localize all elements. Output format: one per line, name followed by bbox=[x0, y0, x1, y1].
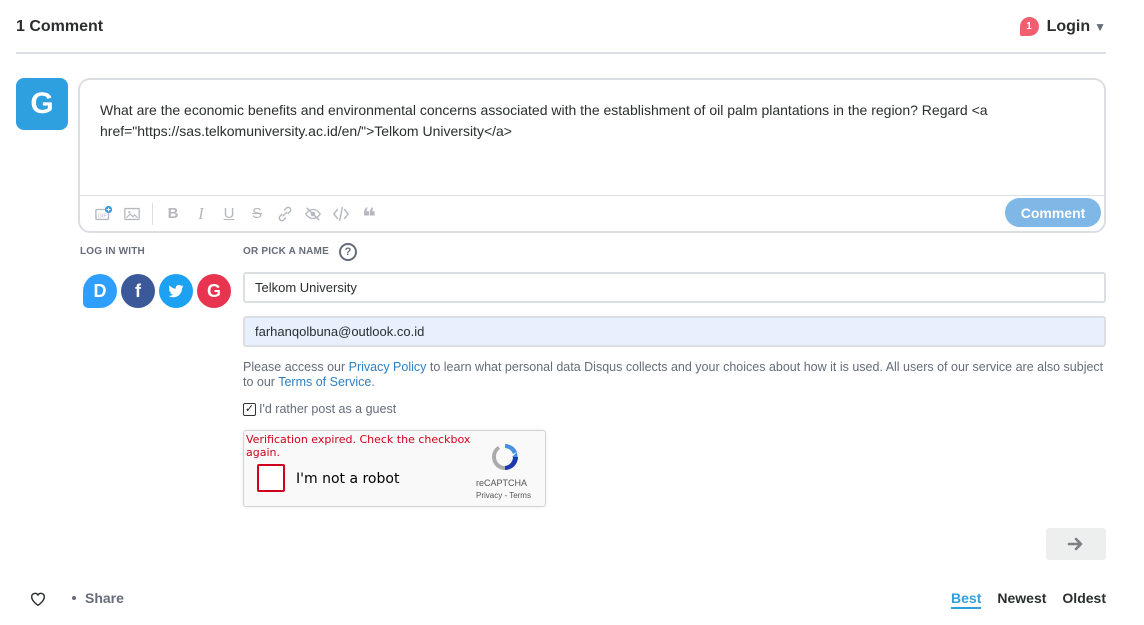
guest-option[interactable]: ✓ I'd rather post as a guest bbox=[243, 402, 396, 416]
comments-header: 1 Comment 1 Login ▼ bbox=[16, 0, 1106, 54]
caret-down-icon[interactable]: ▼ bbox=[1094, 20, 1106, 34]
recaptcha-logo-icon bbox=[491, 444, 518, 470]
login-menu[interactable]: 1 Login ▼ bbox=[1019, 17, 1106, 36]
quote-icon[interactable]: ❝ bbox=[355, 200, 383, 231]
share-button[interactable]: Share bbox=[72, 590, 124, 606]
gif-icon[interactable]: GIF bbox=[90, 200, 118, 228]
strikethrough-icon[interactable]: S bbox=[243, 200, 271, 228]
italic-icon[interactable]: I bbox=[187, 200, 215, 228]
avatar: G bbox=[16, 78, 68, 130]
recaptcha-error: Verification expired. Check the checkbox… bbox=[246, 433, 471, 459]
bold-icon[interactable]: B bbox=[159, 200, 187, 228]
log-in-with-label: LOG IN WITH bbox=[80, 246, 145, 257]
comment-button[interactable]: Comment bbox=[1005, 198, 1101, 227]
arrow-right-icon bbox=[1067, 537, 1083, 551]
bullet-icon bbox=[72, 596, 76, 600]
sort-oldest-tab[interactable]: Oldest bbox=[1062, 590, 1106, 609]
recaptcha-widget: Verification expired. Check the checkbox… bbox=[243, 430, 546, 507]
recaptcha-brand: reCAPTCHA bbox=[476, 478, 528, 488]
svg-text:GIF: GIF bbox=[98, 213, 108, 219]
spoiler-icon[interactable] bbox=[299, 200, 327, 228]
share-label[interactable]: Share bbox=[85, 590, 124, 606]
sort-tabs: Best Newest Oldest bbox=[951, 590, 1106, 609]
toolbar-divider bbox=[152, 202, 153, 225]
recaptcha-checkbox[interactable] bbox=[257, 464, 285, 492]
name-input[interactable]: Telkom University bbox=[243, 272, 1106, 303]
underline-icon[interactable]: U bbox=[215, 200, 243, 228]
recaptcha-label: I'm not a robot bbox=[296, 471, 400, 487]
sort-best-tab[interactable]: Best bbox=[951, 590, 982, 609]
sort-newest-tab[interactable]: Newest bbox=[997, 590, 1046, 609]
privacy-policy-link[interactable]: Privacy Policy bbox=[349, 360, 427, 374]
editor-toolbar: GIF B I U S ❝ Comment bbox=[80, 195, 1104, 231]
email-input[interactable]: farhanqolbuna@outlook.co.id bbox=[243, 316, 1106, 347]
image-icon[interactable] bbox=[118, 200, 146, 228]
recaptcha-links[interactable]: Privacy - Terms bbox=[476, 491, 531, 500]
guest-checkbox[interactable]: ✓ bbox=[243, 402, 256, 416]
privacy-notice: Please access our Privacy Policy to lear… bbox=[243, 360, 1106, 390]
comment-editor[interactable]: What are the economic benefits and envir… bbox=[78, 78, 1106, 233]
guest-checkbox-label[interactable]: I'd rather post as a guest bbox=[259, 402, 396, 416]
twitter-login-icon[interactable] bbox=[159, 274, 193, 308]
comment-count: 1 Comment bbox=[16, 18, 104, 35]
submit-arrow-button[interactable] bbox=[1046, 528, 1106, 560]
facebook-login-icon[interactable]: f bbox=[121, 274, 155, 308]
disqus-login-icon[interactable]: D bbox=[83, 274, 117, 308]
terms-of-service-link[interactable]: Terms of Service bbox=[278, 375, 371, 389]
code-icon[interactable] bbox=[327, 200, 355, 228]
help-icon[interactable]: ? bbox=[339, 243, 357, 261]
heart-icon[interactable] bbox=[29, 590, 47, 608]
comment-textarea[interactable]: What are the economic benefits and envir… bbox=[100, 100, 1074, 142]
notification-badge[interactable]: 1 bbox=[1019, 17, 1039, 36]
link-icon[interactable] bbox=[271, 200, 299, 228]
login-label[interactable]: Login bbox=[1047, 18, 1091, 36]
google-login-icon[interactable]: G bbox=[197, 274, 231, 308]
policy-text-prefix: Please access our bbox=[243, 360, 349, 374]
policy-text-suffix: . bbox=[371, 375, 375, 389]
pick-name-label: OR PICK A NAME bbox=[243, 246, 329, 257]
